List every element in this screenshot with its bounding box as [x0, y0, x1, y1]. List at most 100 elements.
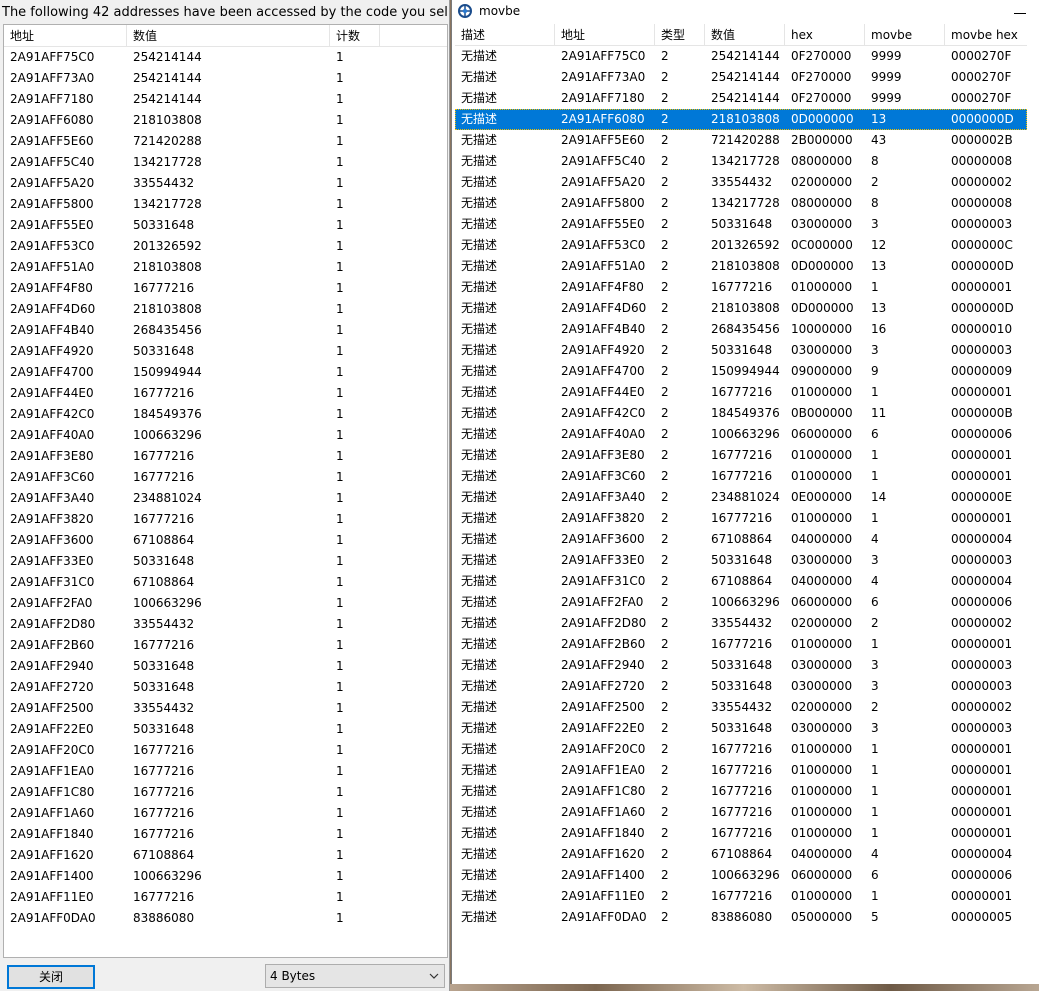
- table-row[interactable]: 无描述 2A91AFF31C0 2 67108864 04000000 4 00000004: [455, 571, 1027, 592]
- table-row[interactable]: 2A91AFF3600 67108864 1: [4, 530, 447, 551]
- column-header-movbe[interactable]: movbe: [865, 24, 945, 45]
- table-row[interactable]: 2A91AFF4F80 16777216 1: [4, 278, 447, 299]
- table-row[interactable]: 2A91AFF1A60 16777216 1: [4, 803, 447, 824]
- table-row[interactable]: 2A91AFF51A0 218103808 1: [4, 257, 447, 278]
- table-row[interactable]: 2A91AFF1400 100663296 1: [4, 866, 447, 887]
- column-header-type[interactable]: 类型: [655, 24, 705, 45]
- table-row[interactable]: 无描述 2A91AFF6080 2 218103808 0D000000 13 000000…: [455, 109, 1027, 130]
- value-size-select[interactable]: 4 Bytes: [265, 964, 445, 988]
- table-row[interactable]: 无描述 2A91AFF44E0 2 16777216 01000000 1 00000001: [455, 382, 1027, 403]
- table-row[interactable]: 无描述 2A91AFF1840 2 16777216 01000000 1 00000001: [455, 823, 1027, 844]
- table-row[interactable]: 2A91AFF5800 134217728 1: [4, 194, 447, 215]
- table-row[interactable]: 无描述 2A91AFF3820 2 16777216 01000000 1 00000001: [455, 508, 1027, 529]
- table-row[interactable]: 无描述 2A91AFF5C40 2 134217728 08000000 8 0000000…: [455, 151, 1027, 172]
- table-row[interactable]: 2A91AFF2D80 33554432 1: [4, 614, 447, 635]
- table-row[interactable]: 2A91AFF53C0 201326592 1: [4, 236, 447, 257]
- table-row[interactable]: 2A91AFF4700 150994944 1: [4, 362, 447, 383]
- table-row[interactable]: 无描述 2A91AFF1400 2 100663296 06000000 6 0000000…: [455, 865, 1027, 886]
- cell-hex: 0D000000: [791, 259, 854, 273]
- table-row[interactable]: 2A91AFF3E80 16777216 1: [4, 446, 447, 467]
- table-row[interactable]: 2A91AFF20C0 16777216 1: [4, 740, 447, 761]
- table-row[interactable]: 无描述 2A91AFF75C0 2 254214144 0F270000 9999 0000…: [455, 46, 1027, 67]
- table-row[interactable]: 无描述 2A91AFF11E0 2 16777216 01000000 1 00000001: [455, 886, 1027, 907]
- table-row[interactable]: 2A91AFF1840 16777216 1: [4, 824, 447, 845]
- table-row[interactable]: 无描述 2A91AFF3C60 2 16777216 01000000 1 00000001: [455, 466, 1027, 487]
- movbe-list[interactable]: 描述 地址 类型 数值 hex movbe movbe hex 无描述 2A91A…: [455, 24, 1027, 982]
- table-row[interactable]: 2A91AFF5C40 134217728 1: [4, 152, 447, 173]
- table-row[interactable]: 无描述 2A91AFF4F80 2 16777216 01000000 1 00000001: [455, 277, 1027, 298]
- table-row[interactable]: 无描述 2A91AFF4700 2 150994944 09000000 9 0000000…: [455, 361, 1027, 382]
- table-row[interactable]: 2A91AFF75C0 254214144 1: [4, 47, 447, 68]
- table-row[interactable]: 2A91AFF40A0 100663296 1: [4, 425, 447, 446]
- column-header-address[interactable]: 地址: [555, 24, 655, 45]
- table-row[interactable]: 无描述 2A91AFF7180 2 254214144 0F270000 9999 0000…: [455, 88, 1027, 109]
- table-row[interactable]: 无描述 2A91AFF2D80 2 33554432 02000000 2 00000002: [455, 613, 1027, 634]
- table-row[interactable]: 无描述 2A91AFF4920 2 50331648 03000000 3 00000003: [455, 340, 1027, 361]
- accessed-addresses-list[interactable]: 地址 数值 计数 2A91AFF75C0 254214144 1 2A91AFF73A…: [3, 24, 448, 958]
- table-row[interactable]: 2A91AFF2500 33554432 1: [4, 698, 447, 719]
- table-row[interactable]: 2A91AFF1EA0 16777216 1: [4, 761, 447, 782]
- table-row[interactable]: 无描述 2A91AFF2940 2 50331648 03000000 3 00000003: [455, 655, 1027, 676]
- table-row[interactable]: 2A91AFF22E0 50331648 1: [4, 719, 447, 740]
- table-row[interactable]: 2A91AFF42C0 184549376 1: [4, 404, 447, 425]
- table-row[interactable]: 2A91AFF33E0 50331648 1: [4, 551, 447, 572]
- table-row[interactable]: 无描述 2A91AFF40A0 2 100663296 06000000 6 0000000…: [455, 424, 1027, 445]
- table-row[interactable]: 2A91AFF55E0 50331648 1: [4, 215, 447, 236]
- table-row[interactable]: 无描述 2A91AFF1620 2 67108864 04000000 4 00000004: [455, 844, 1027, 865]
- table-row[interactable]: 2A91AFF11E0 16777216 1: [4, 887, 447, 908]
- table-row[interactable]: 2A91AFF5E60 721420288 1: [4, 131, 447, 152]
- table-row[interactable]: 2A91AFF2B60 16777216 1: [4, 635, 447, 656]
- table-row[interactable]: 无描述 2A91AFF51A0 2 218103808 0D000000 13 000000…: [455, 256, 1027, 277]
- close-button[interactable]: 关闭: [7, 965, 95, 989]
- table-row[interactable]: 2A91AFF31C0 67108864 1: [4, 572, 447, 593]
- table-row[interactable]: 2A91AFF73A0 254214144 1: [4, 68, 447, 89]
- table-row[interactable]: 无描述 2A91AFF3E80 2 16777216 01000000 1 00000001: [455, 445, 1027, 466]
- table-row[interactable]: 2A91AFF3820 16777216 1: [4, 509, 447, 530]
- table-row[interactable]: 2A91AFF44E0 16777216 1: [4, 383, 447, 404]
- table-row[interactable]: 2A91AFF4920 50331648 1: [4, 341, 447, 362]
- column-header-count[interactable]: 计数: [330, 25, 380, 46]
- minimize-icon[interactable]: [1014, 6, 1026, 14]
- table-row[interactable]: 2A91AFF0DA0 83886080 1: [4, 908, 447, 929]
- table-row[interactable]: 无描述 2A91AFF53C0 2 201326592 0C000000 12 000000…: [455, 235, 1027, 256]
- column-header-movbe-hex[interactable]: movbe hex: [945, 24, 1027, 45]
- column-header-value[interactable]: 数值: [127, 25, 330, 46]
- table-row[interactable]: 2A91AFF6080 218103808 1: [4, 110, 447, 131]
- table-row[interactable]: 无描述 2A91AFF22E0 2 50331648 03000000 3 00000003: [455, 718, 1027, 739]
- table-row[interactable]: 无描述 2A91AFF2B60 2 16777216 01000000 1 00000001: [455, 634, 1027, 655]
- table-row[interactable]: 无描述 2A91AFF0DA0 2 83886080 05000000 5 00000005: [455, 907, 1027, 928]
- table-row[interactable]: 2A91AFF3C60 16777216 1: [4, 467, 447, 488]
- table-row[interactable]: 无描述 2A91AFF4D60 2 218103808 0D000000 13 000000…: [455, 298, 1027, 319]
- table-row[interactable]: 无描述 2A91AFF5800 2 134217728 08000000 8 0000000…: [455, 193, 1027, 214]
- table-row[interactable]: 2A91AFF2720 50331648 1: [4, 677, 447, 698]
- table-row[interactable]: 无描述 2A91AFF5E60 2 721420288 2B000000 43 000000…: [455, 130, 1027, 151]
- table-row[interactable]: 无描述 2A91AFF20C0 2 16777216 01000000 1 00000001: [455, 739, 1027, 760]
- table-row[interactable]: 无描述 2A91AFF2720 2 50331648 03000000 3 00000003: [455, 676, 1027, 697]
- table-row[interactable]: 2A91AFF4B40 268435456 1: [4, 320, 447, 341]
- table-row[interactable]: 无描述 2A91AFF33E0 2 50331648 03000000 3 00000003: [455, 550, 1027, 571]
- table-row[interactable]: 无描述 2A91AFF1C80 2 16777216 01000000 1 00000001: [455, 781, 1027, 802]
- table-row[interactable]: 2A91AFF2940 50331648 1: [4, 656, 447, 677]
- table-row[interactable]: 无描述 2A91AFF2500 2 33554432 02000000 2 00000002: [455, 697, 1027, 718]
- column-header-address[interactable]: 地址: [4, 25, 127, 46]
- table-row[interactable]: 2A91AFF1C80 16777216 1: [4, 782, 447, 803]
- table-row[interactable]: 无描述 2A91AFF5A20 2 33554432 02000000 2 00000002: [455, 172, 1027, 193]
- table-row[interactable]: 无描述 2A91AFF42C0 2 184549376 0B000000 11 000000…: [455, 403, 1027, 424]
- table-row[interactable]: 2A91AFF5A20 33554432 1: [4, 173, 447, 194]
- table-row[interactable]: 无描述 2A91AFF1A60 2 16777216 01000000 1 00000001: [455, 802, 1027, 823]
- table-row[interactable]: 2A91AFF3A40 234881024 1: [4, 488, 447, 509]
- column-header-description[interactable]: 描述: [455, 24, 555, 45]
- table-row[interactable]: 2A91AFF1620 67108864 1: [4, 845, 447, 866]
- table-row[interactable]: 无描述 2A91AFF1EA0 2 16777216 01000000 1 00000001: [455, 760, 1027, 781]
- table-row[interactable]: 无描述 2A91AFF73A0 2 254214144 0F270000 9999 0000…: [455, 67, 1027, 88]
- table-row[interactable]: 无描述 2A91AFF3A40 2 234881024 0E000000 14 000000…: [455, 487, 1027, 508]
- table-row[interactable]: 2A91AFF4D60 218103808 1: [4, 299, 447, 320]
- table-row[interactable]: 无描述 2A91AFF55E0 2 50331648 03000000 3 00000003: [455, 214, 1027, 235]
- table-row[interactable]: 无描述 2A91AFF3600 2 67108864 04000000 4 00000004: [455, 529, 1027, 550]
- table-row[interactable]: 无描述 2A91AFF4B40 2 268435456 10000000 16 000000…: [455, 319, 1027, 340]
- column-header-hex[interactable]: hex: [785, 24, 865, 45]
- column-header-value[interactable]: 数值: [705, 24, 785, 45]
- table-row[interactable]: 无描述 2A91AFF2FA0 2 100663296 06000000 6 0000000…: [455, 592, 1027, 613]
- table-row[interactable]: 2A91AFF2FA0 100663296 1: [4, 593, 447, 614]
- table-row[interactable]: 2A91AFF7180 254214144 1: [4, 89, 447, 110]
